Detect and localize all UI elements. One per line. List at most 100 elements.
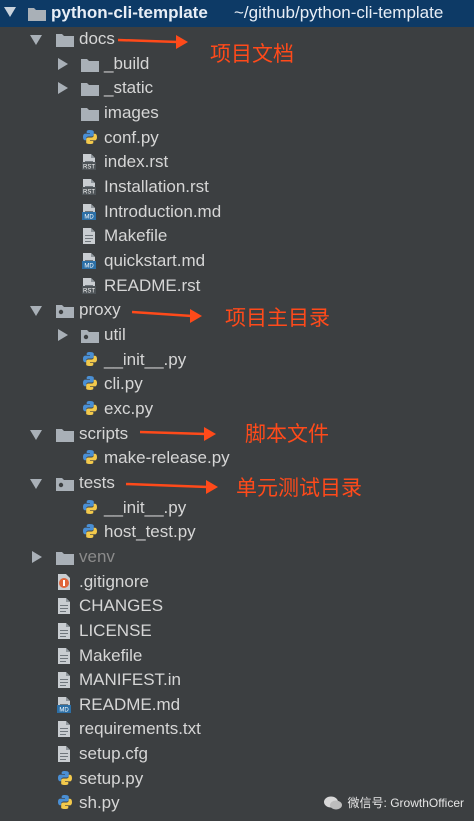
- text-file-icon: [57, 622, 71, 640]
- tree-item[interactable]: requirements.txt: [0, 717, 474, 741]
- tree-item[interactable]: _static: [0, 76, 474, 100]
- package-icon: [55, 303, 75, 319]
- md-file-icon: MD: [82, 252, 96, 269]
- tree-item[interactable]: conf.py: [0, 126, 474, 150]
- folder-icon: [55, 550, 75, 566]
- tree-item-label: Makefile: [104, 226, 168, 246]
- tree-item[interactable]: .gitignore: [0, 570, 474, 594]
- tree-item[interactable]: venv: [0, 545, 474, 569]
- tree-item-label: host_test.py: [104, 522, 196, 542]
- project-name: python-cli-template: [51, 3, 208, 22]
- tree-item-label: venv: [79, 546, 115, 566]
- folder-icon: [80, 81, 100, 97]
- chevron-right-icon[interactable]: [58, 82, 68, 95]
- package-icon: [80, 328, 100, 344]
- tree-item[interactable]: RST README.rst: [0, 274, 474, 298]
- python-file-icon: [57, 770, 73, 786]
- md-file-icon: MD: [57, 696, 71, 713]
- chevron-down-icon[interactable]: [30, 306, 42, 317]
- python-file-icon: [82, 375, 98, 391]
- annotation-arrow-scripts: [140, 427, 216, 441]
- project-header[interactable]: python-cli-template ~/github/python-cli-…: [0, 0, 474, 27]
- chevron-right-icon[interactable]: [58, 328, 68, 341]
- watermark-text: 微信号: GrowthOfficer: [347, 796, 464, 810]
- tree-item-label: requirements.txt: [79, 719, 201, 739]
- tree-item[interactable]: Makefile: [0, 644, 474, 668]
- tree-item-label: CHANGES: [79, 596, 164, 616]
- tree-item[interactable]: cli.py: [0, 372, 474, 396]
- tree-item-label: conf.py: [104, 127, 159, 147]
- chevron-down-icon[interactable]: [30, 478, 42, 489]
- tree-item[interactable]: exc.py: [0, 397, 474, 421]
- tree-item-label: setup.cfg: [79, 744, 148, 764]
- tree-item[interactable]: make-release.py: [0, 446, 474, 470]
- tree-item-label: _static: [104, 78, 154, 98]
- annotation-tests: 单元测试目录: [236, 477, 362, 500]
- tree-item-label: sh.py: [79, 793, 120, 813]
- chevron-down-icon[interactable]: [30, 429, 42, 440]
- tree-item-label: _build: [104, 53, 150, 73]
- tree-item[interactable]: images: [0, 101, 474, 125]
- chevron-right-icon[interactable]: [32, 550, 42, 563]
- python-file-icon: [82, 523, 98, 539]
- tree-item-label: index.rst: [104, 152, 169, 172]
- folder-icon: [80, 57, 100, 73]
- folder-icon: [55, 32, 75, 48]
- project-path: ~/github/python-cli-template: [234, 3, 444, 22]
- annotation-arrow-tests: [126, 480, 218, 494]
- tree-item-label: Makefile: [79, 645, 143, 665]
- python-file-icon: [82, 449, 98, 465]
- tree-item[interactable]: __init__.py: [0, 348, 474, 372]
- python-file-icon: [82, 400, 98, 416]
- rst-file-icon: RST: [82, 277, 96, 294]
- python-file-icon: [57, 794, 73, 810]
- rst-file-icon: RST: [82, 153, 96, 171]
- tree-item-label: docs: [79, 29, 115, 48]
- tree-item-label: LICENSE: [79, 620, 152, 640]
- tree-item[interactable]: MD quickstart.md: [0, 249, 474, 273]
- tree-item[interactable]: MD Introduction.md: [0, 200, 474, 224]
- text-file-icon: [57, 745, 71, 763]
- tree-item-label: proxy: [79, 300, 121, 320]
- tree-item[interactable]: RST index.rst: [0, 150, 474, 174]
- package-icon: [55, 476, 75, 492]
- tree-item[interactable]: setup.py: [0, 767, 474, 791]
- text-file-icon: [57, 671, 71, 689]
- tree-item[interactable]: setup.cfg: [0, 742, 474, 766]
- tree-item-label: exc.py: [104, 398, 154, 418]
- tree-item[interactable]: Makefile: [0, 224, 474, 248]
- tree-item-label: quickstart.md: [104, 250, 206, 270]
- git-file-icon: [57, 573, 71, 591]
- file-badge: MD: [84, 214, 94, 220]
- tree-item[interactable]: RST Installation.rst: [0, 175, 474, 199]
- tree-item-label: Installation.rst: [104, 176, 209, 196]
- tree-item[interactable]: LICENSE: [0, 619, 474, 643]
- tree-item-label: MANIFEST.in: [79, 670, 182, 690]
- folder-icon: [55, 427, 75, 443]
- tree-item-label: __init__.py: [104, 497, 187, 517]
- folder-icon: [27, 6, 47, 22]
- tree-item-label: tests: [79, 472, 115, 492]
- annotation-arrow-docs: [118, 35, 188, 49]
- python-file-icon: [82, 499, 98, 515]
- annotation-arrow-proxy: [132, 309, 202, 323]
- tree-item[interactable]: CHANGES: [0, 594, 474, 618]
- tree-item[interactable]: MANIFEST.in: [0, 668, 474, 692]
- tree-item[interactable]: scripts: [0, 422, 474, 446]
- tree-item[interactable]: host_test.py: [0, 520, 474, 544]
- file-badge: RST: [83, 288, 95, 294]
- chevron-down-icon[interactable]: [30, 35, 42, 45]
- text-file-icon: [57, 597, 71, 615]
- tree-item-label: cli.py: [104, 374, 143, 394]
- chevron-right-icon[interactable]: [58, 57, 68, 70]
- tree-item[interactable]: MD README.md: [0, 693, 474, 717]
- text-file-icon: [57, 647, 71, 665]
- annotation-proxy: 项目主目录: [225, 307, 330, 330]
- tree-item-label: .gitignore: [79, 571, 149, 591]
- python-file-icon: [82, 129, 98, 145]
- tree-item-label: setup.py: [79, 768, 144, 788]
- wechat-icon: [323, 796, 342, 809]
- annotation-scripts: 脚本文件: [245, 423, 329, 446]
- chevron-down-icon[interactable]: [4, 7, 16, 17]
- python-file-icon: [82, 351, 98, 367]
